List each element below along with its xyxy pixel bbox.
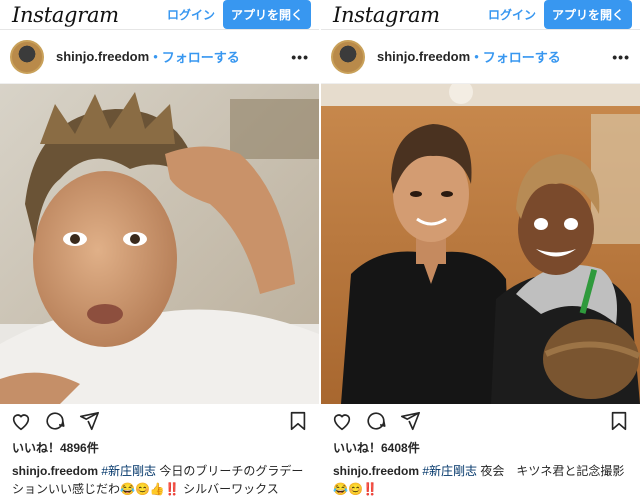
top-bar: Instagram ログイン アプリを開く bbox=[0, 0, 319, 30]
caption-hashtag[interactable]: #新庄剛志 bbox=[422, 464, 477, 478]
comment-icon[interactable] bbox=[365, 410, 387, 432]
post-actions bbox=[0, 404, 319, 438]
login-link[interactable]: ログイン bbox=[167, 6, 215, 23]
screen: Instagram ログイン アプリを開く shinjo.freedom • フ… bbox=[0, 0, 640, 496]
comment-icon[interactable] bbox=[44, 410, 66, 432]
caption-hashtag[interactable]: #新庄剛志 bbox=[101, 464, 156, 478]
follow-button[interactable]: フォローする bbox=[162, 47, 240, 66]
top-bar: Instagram ログイン アプリを開く bbox=[321, 0, 640, 30]
post-photo[interactable] bbox=[0, 84, 319, 404]
instagram-logo[interactable]: Instagram bbox=[333, 3, 440, 27]
top-actions: ログイン アプリを開く bbox=[167, 0, 311, 29]
avatar[interactable] bbox=[331, 39, 365, 74]
follow-button[interactable]: フォローする bbox=[483, 47, 561, 66]
post-photo[interactable] bbox=[321, 84, 640, 404]
more-options-icon[interactable]: ••• bbox=[291, 49, 309, 65]
login-link[interactable]: ログイン bbox=[488, 6, 536, 23]
more-options-icon[interactable]: ••• bbox=[612, 49, 630, 65]
instagram-logo[interactable]: Instagram bbox=[12, 3, 119, 27]
bookmark-icon[interactable] bbox=[608, 410, 630, 432]
photo-illustration bbox=[321, 84, 640, 404]
post-caption: shinjo.freedom #新庄剛志 今日のブリーチのグラデーションいい感じ… bbox=[0, 458, 319, 496]
caption-username[interactable]: shinjo.freedom bbox=[333, 464, 419, 478]
username[interactable]: shinjo.freedom bbox=[56, 49, 149, 64]
separator-dot: • bbox=[474, 49, 479, 64]
likes-count[interactable]: いいね！4896件 bbox=[0, 438, 319, 458]
post-caption: shinjo.freedom #新庄剛志 夜会 キツネ君と記念撮影😂😊‼️ bbox=[321, 458, 640, 496]
open-app-button[interactable]: アプリを開く bbox=[222, 0, 311, 29]
post-panel-left: Instagram ログイン アプリを開く shinjo.freedom • フ… bbox=[0, 0, 319, 496]
separator-dot: • bbox=[153, 49, 158, 64]
post-header: shinjo.freedom • フォローする ••• bbox=[321, 30, 640, 84]
top-actions: ログイン アプリを開く bbox=[488, 0, 632, 29]
heart-icon[interactable] bbox=[331, 410, 353, 432]
bookmark-icon[interactable] bbox=[287, 410, 309, 432]
share-icon[interactable] bbox=[399, 410, 421, 432]
likes-count[interactable]: いいね！6408件 bbox=[321, 438, 640, 458]
open-app-button[interactable]: アプリを開く bbox=[543, 0, 632, 29]
photo-illustration bbox=[0, 84, 319, 404]
username[interactable]: shinjo.freedom bbox=[377, 49, 470, 64]
heart-icon[interactable] bbox=[10, 410, 32, 432]
share-icon[interactable] bbox=[78, 410, 100, 432]
post-actions bbox=[321, 404, 640, 438]
post-header: shinjo.freedom • フォローする ••• bbox=[0, 30, 319, 84]
avatar[interactable] bbox=[10, 39, 44, 74]
caption-username[interactable]: shinjo.freedom bbox=[12, 464, 98, 478]
post-panel-right: Instagram ログイン アプリを開く shinjo.freedom • フ… bbox=[321, 0, 640, 496]
